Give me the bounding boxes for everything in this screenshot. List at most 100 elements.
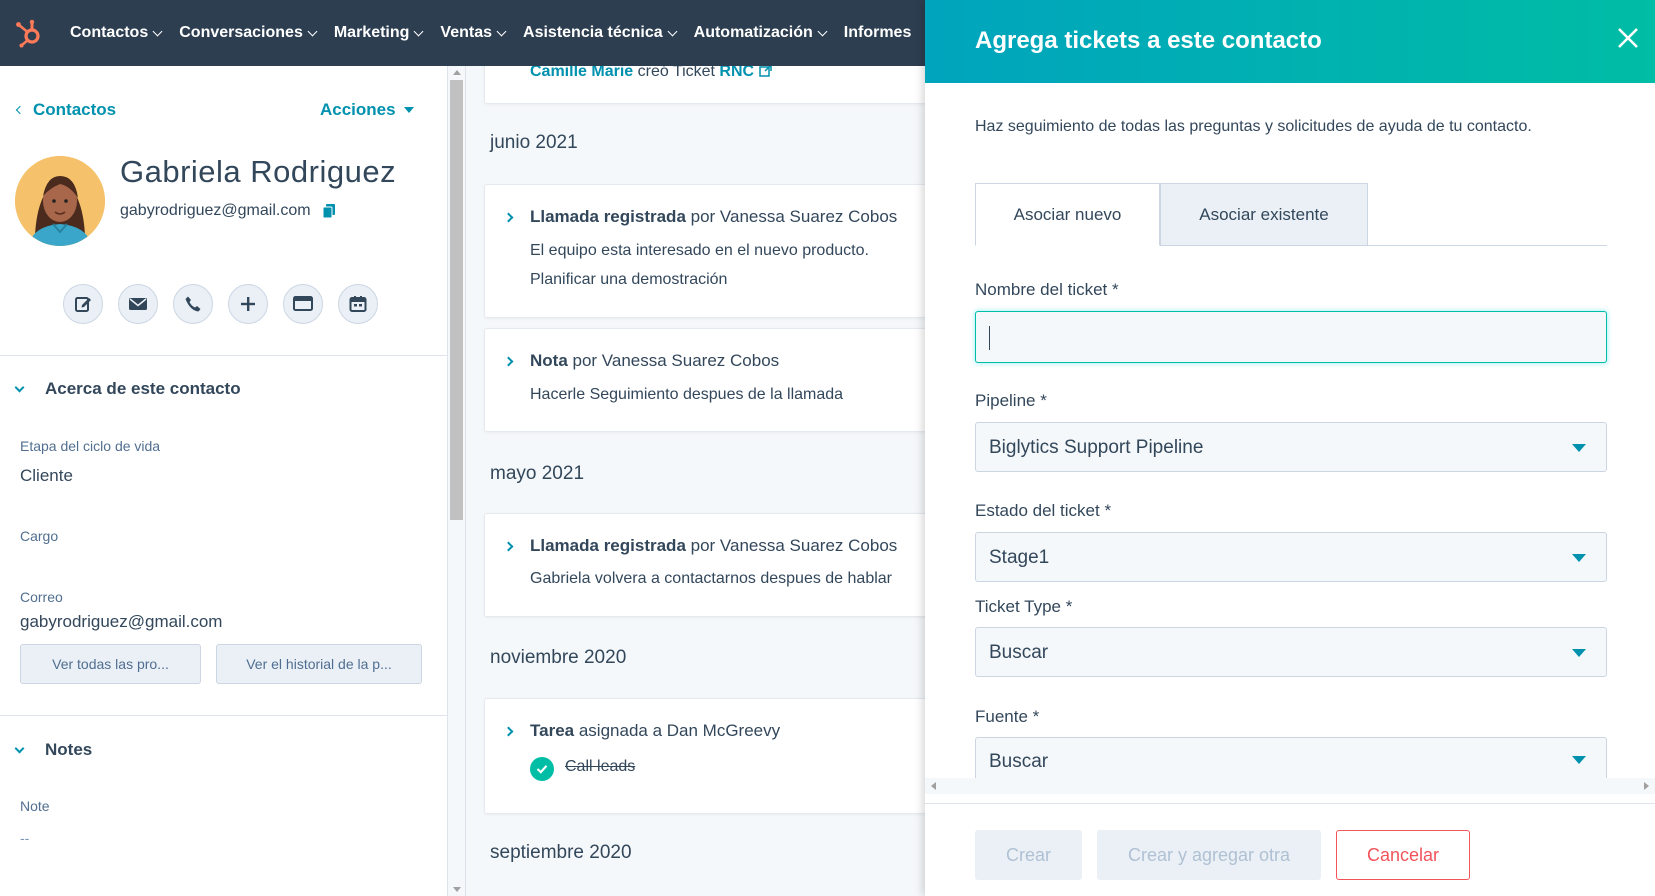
scroll-up-arrow-icon[interactable] <box>453 70 461 75</box>
chevron-right-icon[interactable] <box>503 212 514 223</box>
task-complete-check-icon[interactable] <box>530 757 554 781</box>
create-button[interactable]: Crear <box>975 830 1082 880</box>
ticket-link[interactable]: RNC <box>719 66 754 80</box>
calendar-icon <box>349 296 367 312</box>
actions-dropdown[interactable]: Acciones <box>320 100 414 120</box>
chevron-down-icon <box>152 26 163 36</box>
chevron-right-icon[interactable] <box>503 541 514 552</box>
nav-conversaciones[interactable]: Conversaciones <box>179 24 318 42</box>
back-to-contacts-link[interactable]: Contactos <box>15 100 116 120</box>
dropdown-caret-icon <box>1572 649 1586 657</box>
nav-automatizacion[interactable]: Automatización <box>694 24 828 42</box>
text-caret <box>989 326 990 350</box>
dropdown-caret-icon <box>1572 444 1586 452</box>
view-property-history-button[interactable]: Ver el historial de la p... <box>216 644 422 684</box>
timeline-card-call[interactable]: Llamada registrada por Vanessa Suarez Co… <box>484 513 925 617</box>
task-title: Call leads <box>565 758 636 775</box>
note-value[interactable]: -- <box>20 830 29 846</box>
close-icon[interactable] <box>1613 23 1643 53</box>
call-button[interactable] <box>173 284 213 324</box>
author-link[interactable]: Camille Marie <box>530 66 633 80</box>
nav-ventas[interactable]: Ventas <box>440 24 507 42</box>
avatar <box>15 156 105 246</box>
month-header: junio 2021 <box>490 132 578 153</box>
dropdown-caret-icon <box>1572 756 1586 764</box>
month-header: mayo 2021 <box>490 463 585 484</box>
email-button[interactable] <box>118 284 158 324</box>
chevron-down-icon <box>14 382 25 392</box>
panel-header: Agrega tickets a este contacto <box>925 0 1655 83</box>
ticket-status-label: Estado del ticket * <box>975 501 1112 520</box>
chevron-left-icon <box>15 105 25 115</box>
scrollbar-thumb[interactable] <box>450 80 463 520</box>
email-label: Correo <box>20 589 63 605</box>
phone-icon <box>185 296 201 312</box>
ticket-name-label: Nombre del ticket * <box>975 280 1119 299</box>
cancel-button[interactable]: Cancelar <box>1336 830 1470 880</box>
add-button[interactable] <box>228 284 268 324</box>
contact-sidebar: Contactos Acciones Gabriela Rodriguez ga… <box>0 66 448 896</box>
ticket-name-input[interactable] <box>975 311 1607 363</box>
edit-note-icon <box>75 297 91 312</box>
scroll-down-arrow-icon[interactable] <box>453 887 461 892</box>
divider <box>0 715 447 716</box>
tab-asociar-existente[interactable]: Asociar existente <box>1160 183 1368 246</box>
caret-down-icon <box>403 107 414 113</box>
external-link-icon[interactable] <box>758 66 772 77</box>
nav-marketing[interactable]: Marketing <box>334 24 424 42</box>
divider <box>0 355 447 356</box>
tab-asociar-nuevo[interactable]: Asociar nuevo <box>975 183 1160 246</box>
chevron-down-icon <box>413 26 424 36</box>
chevron-down-icon <box>496 26 507 36</box>
nav-contactos[interactable]: Contactos <box>70 24 163 42</box>
email-value[interactable]: gabyrodriguez@gmail.com <box>20 612 222 632</box>
ticket-type-label: Ticket Type * <box>975 597 1073 616</box>
activity-timeline: Camille Marie creó Ticket RNC junio 2021… <box>467 66 925 896</box>
note-button[interactable] <box>63 284 103 324</box>
timeline-card-call[interactable]: Llamada registrada por Vanessa Suarez Co… <box>484 184 925 318</box>
ticket-type-select[interactable]: Buscar <box>975 627 1607 677</box>
pipeline-select[interactable]: Biglytics Support Pipeline <box>975 422 1607 472</box>
timeline-card-ticket: Camille Marie creó Ticket RNC <box>484 66 925 104</box>
timeline-card-task[interactable]: Tarea asignada a Dan McGreevy Call leads <box>484 698 925 814</box>
add-ticket-panel: Agrega tickets a este contacto Haz segui… <box>925 0 1655 896</box>
envelope-icon <box>129 298 147 310</box>
create-and-add-another-button[interactable]: Crear y agregar otra <box>1097 830 1321 880</box>
contact-email: gabyrodriguez@gmail.com <box>120 202 335 220</box>
lifecycle-value[interactable]: Cliente <box>20 466 73 486</box>
month-header: septiembre 2020 <box>490 842 632 863</box>
sidebar-scrollbar[interactable] <box>448 66 466 896</box>
view-all-properties-button[interactable]: Ver todas las pro... <box>20 644 201 684</box>
screen-icon <box>293 296 313 311</box>
dropdown-caret-icon <box>1572 554 1586 562</box>
horizontal-scrollbar[interactable] <box>925 778 1655 794</box>
job-title-label: Cargo <box>20 528 59 544</box>
panel-description: Haz seguimiento de todas las preguntas y… <box>975 118 1532 135</box>
chevron-down-icon <box>307 26 318 36</box>
source-select[interactable]: Buscar <box>975 737 1607 778</box>
chevron-down-icon <box>667 26 678 36</box>
meeting-button[interactable] <box>338 284 378 324</box>
top-nav: Contactos Conversaciones Marketing Venta… <box>0 0 925 66</box>
chevron-right-icon[interactable] <box>503 356 514 367</box>
nav-asistencia[interactable]: Asistencia técnica <box>523 24 678 42</box>
association-tabs: Asociar nuevo Asociar existente <box>975 183 1607 246</box>
contact-name: Gabriela Rodriguez <box>120 154 397 189</box>
plus-icon <box>241 297 255 311</box>
hubspot-logo-icon[interactable] <box>14 16 44 50</box>
source-label: Fuente * <box>975 707 1040 726</box>
footer-divider <box>925 803 1655 804</box>
notes-section-toggle[interactable]: Notes <box>14 740 92 760</box>
chevron-down-icon <box>14 743 25 753</box>
task-button[interactable] <box>283 284 323 324</box>
about-section-toggle[interactable]: Acerca de este contacto <box>14 379 241 399</box>
chevron-right-icon[interactable] <box>503 726 514 737</box>
note-label: Note <box>20 798 50 814</box>
scroll-left-arrow-icon[interactable] <box>931 782 936 790</box>
ticket-status-select[interactable]: Stage1 <box>975 532 1607 582</box>
timeline-card-note[interactable]: Nota por Vanessa Suarez Cobos Hacerle Se… <box>484 328 925 432</box>
scroll-right-arrow-icon[interactable] <box>1644 782 1649 790</box>
copy-icon[interactable] <box>322 204 335 218</box>
contact-action-bar <box>63 284 378 324</box>
nav-informes[interactable]: Informes <box>844 24 912 42</box>
